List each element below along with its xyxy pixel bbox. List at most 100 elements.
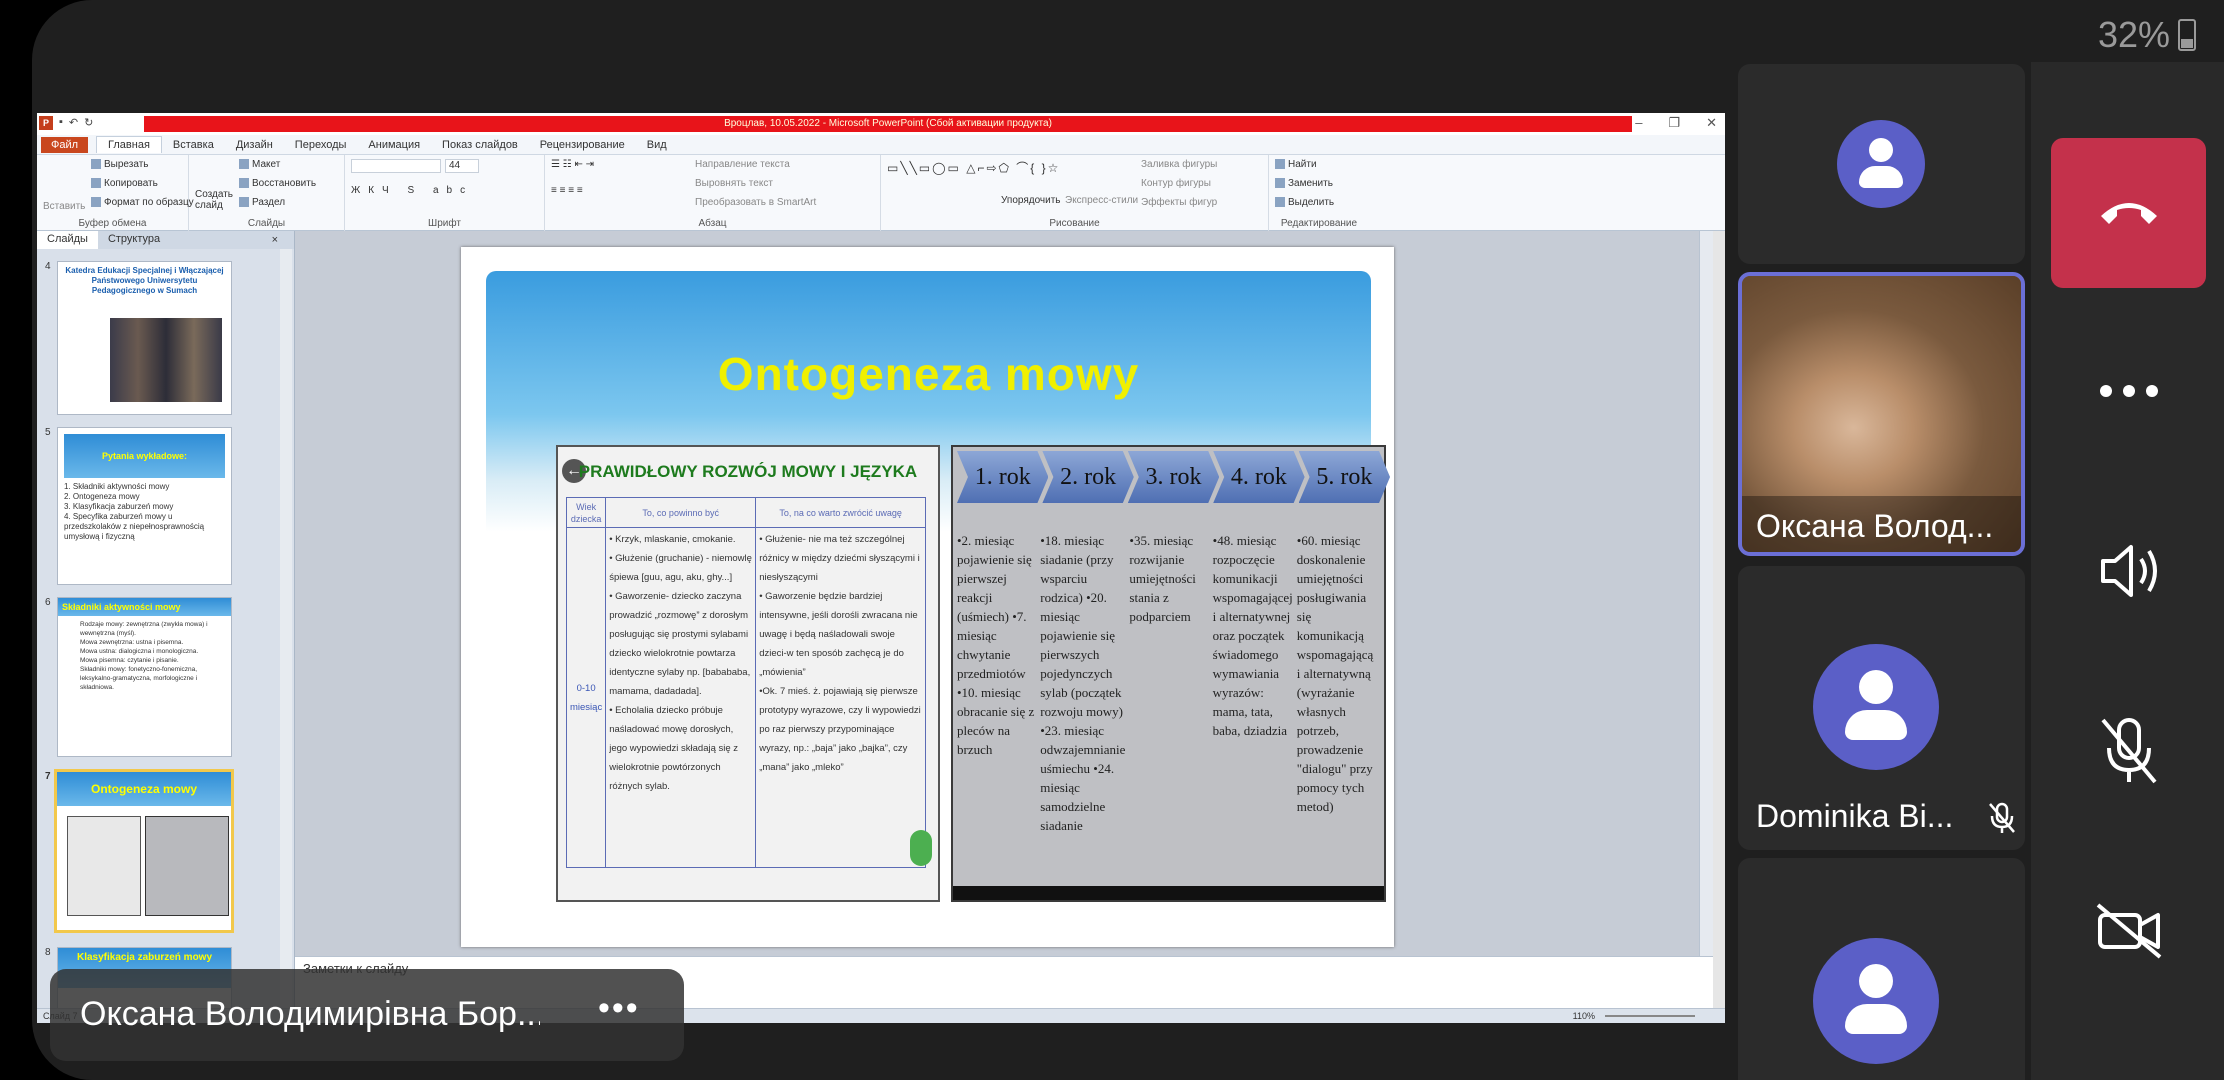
text-direction-button[interactable]: Направление текста xyxy=(695,159,790,170)
tab-slideshow[interactable]: Показ слайдов xyxy=(431,137,529,153)
slide-scrollbar[interactable] xyxy=(1699,231,1713,956)
zoom-slider[interactable] xyxy=(1605,1015,1695,1017)
section-label: Раздел xyxy=(252,197,286,208)
participant-tile[interactable]: Dominika Bi... xyxy=(1738,566,2025,850)
shape-outline-button[interactable]: Контур фигуры xyxy=(1141,178,1211,189)
shared-screen[interactable]: P ▪ ↶ ↻ Вроцлав, 10.05.2022 - Microsoft … xyxy=(37,113,1725,1023)
shape-effects-button[interactable]: Эффекты фигур xyxy=(1141,197,1217,208)
tab-home[interactable]: Главная xyxy=(96,136,162,153)
should-cell: • Krzyk, mlaskanie, cmokanie. • Głużenie… xyxy=(605,527,757,868)
participant-tile-video[interactable]: Оксана Волод... xyxy=(1738,272,2025,556)
slide-thumbnail-6[interactable]: Składniki aktywności mowy Rodzaje mowy: … xyxy=(57,597,232,757)
tab-view[interactable]: Вид xyxy=(636,137,678,153)
align-buttons[interactable]: ≡ ≡ ≡ ≡ xyxy=(551,185,583,196)
thumbnails-scrollbar[interactable] xyxy=(280,249,292,1023)
format-painter-button[interactable]: Формат по образцу xyxy=(91,197,194,208)
section-button[interactable]: Раздел xyxy=(239,197,285,208)
list-buttons[interactable]: ☰ ☷ ⇤ ⇥ xyxy=(551,159,594,170)
reset-button[interactable]: Восстановить xyxy=(239,178,316,189)
slide-thumbnail-4[interactable]: Katedra Edukacji Specjalnej i Włączające… xyxy=(57,261,232,415)
drawing-group-label: Рисование xyxy=(1049,218,1100,229)
thumb-title: Ontogeneza mowy xyxy=(57,772,231,806)
video-button[interactable] xyxy=(2051,858,2206,1008)
participant-tile[interactable] xyxy=(1738,858,2025,1080)
save-icon[interactable]: ▪ xyxy=(59,116,63,130)
tab-insert[interactable]: Вставка xyxy=(162,137,225,153)
font-family-select[interactable] xyxy=(351,159,441,173)
col-header-should: To, co powinno być xyxy=(605,497,757,528)
font-format-buttons[interactable]: ЖКЧ S abc xyxy=(351,185,473,196)
video-off-icon xyxy=(2094,901,2164,966)
select-label: Выделить xyxy=(1288,197,1335,208)
new-slide-button[interactable]: Создать слайд xyxy=(195,189,235,211)
year-chevron: 3. rok xyxy=(1127,451,1220,503)
slide-title[interactable]: Ontogeneza mowy xyxy=(486,347,1371,401)
thumb-title: Pytania wykładowe: xyxy=(64,434,225,478)
thumb-line: 3. Klasyfikacja zaburzeń mowy xyxy=(64,502,174,511)
tab-slides[interactable]: Слайды xyxy=(37,231,98,249)
tab-transitions[interactable]: Переходы xyxy=(284,137,358,153)
thumb-line: 1. Składniki aktywności mowy xyxy=(64,482,170,491)
thumb-line: Mowa zewnętrzna: ustna i pisemna. xyxy=(80,639,184,646)
tab-design[interactable]: Дизайн xyxy=(225,137,284,153)
tab-review[interactable]: Рецензирование xyxy=(529,137,636,153)
align-text-button[interactable]: Выровнять текст xyxy=(695,178,773,189)
speaker-icon xyxy=(2097,541,2161,606)
mute-mic-button[interactable] xyxy=(2051,678,2206,828)
group-slides: Создать слайд Макет Восстановить Раздел … xyxy=(189,155,345,231)
find-button[interactable]: Найти xyxy=(1275,159,1317,170)
development-table-image[interactable]: ← PRAWIDŁOWY ROZWÓJ MOWY I JĘZYKA Wiek d… xyxy=(556,445,940,902)
group-paragraph: Направление текста Выровнять текст Преоб… xyxy=(545,155,881,231)
undo-icon[interactable]: ↶ xyxy=(69,116,78,130)
layout-button[interactable]: Макет xyxy=(239,159,280,170)
presenter-more-button[interactable]: ••• xyxy=(598,989,640,1028)
redo-icon[interactable]: ↻ xyxy=(84,116,93,130)
speaker-button[interactable] xyxy=(2051,498,2206,648)
avatar-icon xyxy=(1837,120,1925,208)
thumb-title: Składniki aktywności mowy xyxy=(58,598,231,616)
tab-animation[interactable]: Анимация xyxy=(357,137,431,153)
shapes-gallery[interactable]: ▭╲╲▭◯▭ △⌐⇨⬠ ⌒{ }☆ xyxy=(887,159,1060,176)
powerpoint-logo-icon: P xyxy=(39,116,53,130)
phone-hangup-icon xyxy=(2097,196,2161,231)
participant-tile[interactable] xyxy=(1738,64,2025,264)
year-chevron: 5. rok xyxy=(1298,451,1391,503)
years-milestones-image[interactable]: 1. rok 2. rok 3. rok 4. rok 5. rok •2. m… xyxy=(951,445,1391,902)
slide-thumbnail-5[interactable]: Pytania wykładowe: 1. Składniki aktywnoś… xyxy=(57,427,232,585)
mic-off-icon xyxy=(2099,716,2159,791)
layout-icon xyxy=(239,159,249,170)
more-options-button[interactable] xyxy=(2051,318,2206,468)
thumb-number: 6 xyxy=(45,597,51,608)
hang-up-button[interactable] xyxy=(2051,138,2206,288)
thumb-number: 5 xyxy=(45,427,51,438)
arrange-button[interactable]: Упорядочить xyxy=(1001,195,1061,206)
smartart-button[interactable]: Преобразовать в SmartArt xyxy=(695,197,816,208)
minimize-icon[interactable]: – xyxy=(1635,115,1642,131)
shape-fill-button[interactable]: Заливка фигуры xyxy=(1141,159,1217,170)
zoom-level[interactable]: 110% xyxy=(1573,1011,1595,1021)
close-pane-icon[interactable]: × xyxy=(262,232,288,248)
group-font: 44 ЖКЧ S abc Шрифт xyxy=(345,155,545,231)
quick-styles-button[interactable]: Экспресс-стили xyxy=(1065,195,1138,206)
copy-button[interactable]: Копировать xyxy=(91,178,158,189)
age-cell: 0-10 miesiąc xyxy=(565,527,607,868)
group-drawing: ▭╲╲▭◯▭ △⌐⇨⬠ ⌒{ }☆ Упорядочить Экспресс-с… xyxy=(881,155,1269,231)
should-item: • Gaworzenie- dziecko zaczyna prowadzić … xyxy=(609,591,751,697)
pane-tabs: Слайды Структура × xyxy=(37,231,294,249)
milestone-column: •2. miesiąc pojawienie się pierwszej rea… xyxy=(957,533,1035,757)
select-button[interactable]: Выделить xyxy=(1275,197,1334,208)
current-slide[interactable]: Ontogeneza mowy ← PRAWIDŁOWY ROZWÓJ MOWY… xyxy=(461,247,1394,947)
thumb-table-image xyxy=(67,816,141,916)
paste-button[interactable]: Вставить xyxy=(43,201,85,212)
replace-button[interactable]: Заменить xyxy=(1275,178,1333,189)
tab-file[interactable]: Файл xyxy=(41,136,89,153)
close-window-icon[interactable]: ✕ xyxy=(1706,115,1717,131)
cut-button[interactable]: Вырезать xyxy=(91,159,148,170)
development-table: Wiek dziecka To, co powinno być To, na c… xyxy=(565,497,926,868)
font-size-select[interactable]: 44 xyxy=(445,159,479,173)
group-clipboard: Вставить Вырезать Копировать Формат по о… xyxy=(37,155,194,231)
participant-name: Оксана Волод... xyxy=(1756,508,1994,544)
slide-thumbnail-7-selected[interactable]: Ontogeneza mowy xyxy=(54,769,234,933)
restore-icon[interactable]: ❐ xyxy=(1668,115,1680,131)
tab-outline[interactable]: Структура xyxy=(98,231,170,249)
